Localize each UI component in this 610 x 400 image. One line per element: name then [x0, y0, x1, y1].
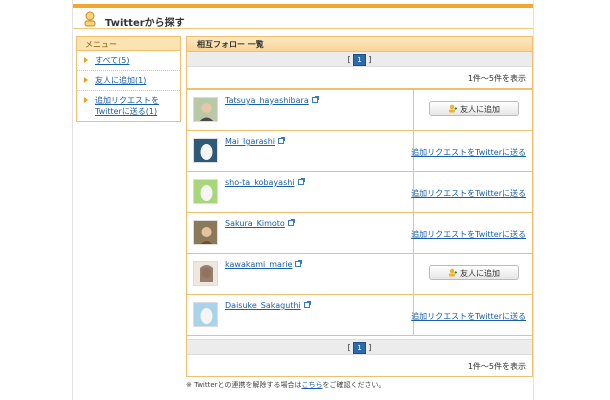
pager-top: [ 1 ] — [187, 52, 532, 67]
user-list: Tatsuya_hayashibara 友人に追加 Mai_Igarashi 追… — [187, 89, 532, 336]
avatar[interactable] — [193, 302, 218, 327]
footnote-text: ※ Twitterとの連携を解除する場合は — [186, 381, 302, 389]
panel-title: 相互フォロー 一覧 — [187, 37, 532, 52]
user-name-link[interactable]: Mai_Igarashi — [225, 137, 275, 146]
pager-bracket: [ — [347, 343, 351, 352]
list-item: sho-ta_kobayashi 追加リクエストをTwitterに送る — [187, 172, 532, 213]
page-frame: Twitterから探す メニュー すべて(5) 友人に追加(1) 追加リクエスト… — [72, 0, 534, 400]
arrow-right-icon — [84, 57, 88, 63]
list-item: Tatsuya_hayashibara 友人に追加 — [187, 90, 532, 131]
external-link-icon — [295, 260, 303, 267]
user-name-link[interactable]: kawakami_marie — [225, 260, 292, 269]
unlink-twitter-link[interactable]: こちら — [301, 381, 322, 389]
sidebar-item-send-request[interactable]: 追加リクエストを Twitterに送る(1) — [77, 91, 180, 121]
page-title: Twitterから探す — [105, 18, 185, 29]
pager-bracket: ] — [368, 55, 372, 64]
pager-bottom: [ 1 ] — [187, 339, 532, 354]
send-request-link[interactable]: 追加リクエストをTwitterに送る — [411, 229, 526, 240]
external-link-icon — [287, 219, 295, 226]
list-item: Mai_Igarashi 追加リクエストをTwitterに送る — [187, 131, 532, 172]
add-user-icon — [449, 268, 457, 277]
page-number[interactable]: 1 — [353, 342, 366, 354]
sidebar-item-add-friend[interactable]: 友人に追加(1) — [77, 71, 180, 91]
add-friend-button[interactable]: 友人に追加 — [429, 265, 519, 280]
arrow-right-icon — [84, 77, 88, 83]
sidebar-title: メニュー — [77, 37, 180, 51]
external-link-icon — [297, 178, 305, 185]
sidebar-item-label[interactable]: すべて(5) — [95, 56, 129, 65]
sidebar-menu: メニュー すべて(5) 友人に追加(1) 追加リクエストを Twitterに送る… — [76, 36, 181, 122]
user-name-link[interactable]: Daisuke_Sakaguthi — [225, 301, 301, 310]
mutual-follow-panel: 相互フォロー 一覧 [ 1 ] 1件～5件を表示 Tatsuya_hayashi… — [186, 36, 533, 377]
sidebar-item-all[interactable]: すべて(5) — [77, 51, 180, 71]
list-item: Daisuke_Sakaguthi 追加リクエストをTwitterに送る — [187, 295, 532, 336]
result-count-bottom: 1件～5件を表示 — [187, 354, 532, 376]
add-friend-label: 友人に追加 — [460, 105, 500, 114]
send-request-link[interactable]: 追加リクエストをTwitterに送る — [411, 311, 526, 322]
page-number[interactable]: 1 — [353, 54, 366, 66]
list-item: kawakami_marie 友人に追加 — [187, 254, 532, 295]
divider — [413, 90, 414, 130]
avatar[interactable] — [193, 179, 218, 204]
user-name-link[interactable]: Tatsuya_hayashibara — [225, 96, 309, 105]
sidebar-item-label[interactable]: 友人に追加(1) — [95, 76, 146, 85]
page-header: Twitterから探す — [73, 4, 533, 29]
user-name-link[interactable]: sho-ta_kobayashi — [225, 178, 295, 187]
add-friend-button[interactable]: 友人に追加 — [429, 101, 519, 116]
pager-bracket: ] — [368, 343, 372, 352]
send-request-link[interactable]: 追加リクエストをTwitterに送る — [411, 147, 526, 158]
external-link-icon — [278, 137, 286, 144]
send-request-link[interactable]: 追加リクエストをTwitterに送る — [411, 188, 526, 199]
list-item: Sakura_Kimoto 追加リクエストをTwitterに送る — [187, 213, 532, 254]
footnote-text: をご確認ください。 — [322, 381, 386, 389]
avatar[interactable] — [193, 97, 218, 122]
arrow-right-icon — [84, 97, 88, 103]
avatar[interactable] — [193, 220, 218, 245]
result-count: 1件～5件を表示 — [187, 67, 532, 89]
user-name-link[interactable]: Sakura_Kimoto — [225, 219, 285, 228]
add-friend-label: 友人に追加 — [460, 269, 500, 278]
user-search-icon — [84, 11, 96, 27]
divider — [413, 254, 414, 294]
footnote: ※ Twitterとの連携を解除する場合はこちらをご確認ください。 — [186, 380, 385, 390]
avatar[interactable] — [193, 261, 218, 286]
avatar[interactable] — [193, 138, 218, 163]
sidebar-item-label[interactable]: 追加リクエストを Twitterに送る(1) — [95, 96, 159, 116]
pager-bracket: [ — [347, 55, 351, 64]
external-link-icon — [303, 301, 311, 308]
add-user-icon — [449, 104, 457, 113]
external-link-icon — [311, 96, 319, 103]
